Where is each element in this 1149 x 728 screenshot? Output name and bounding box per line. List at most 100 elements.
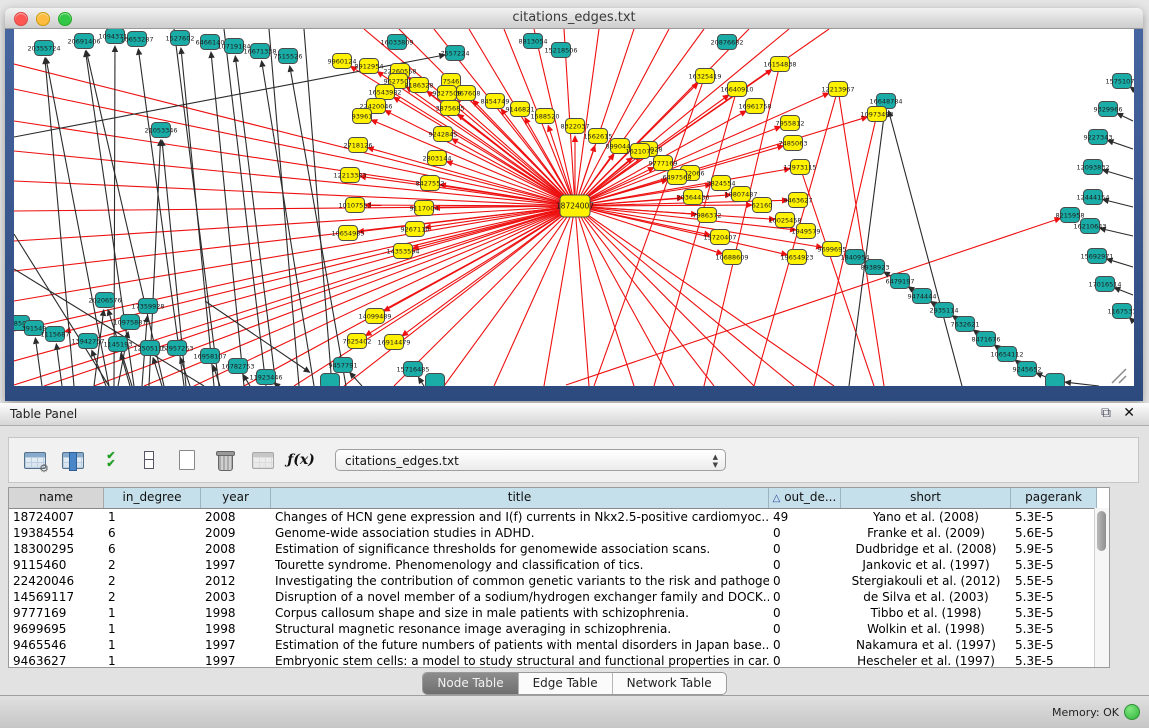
table-cell[interactable]: 9115460	[9, 557, 104, 573]
table-cell[interactable]: 1997	[201, 637, 271, 653]
table-cell[interactable]: 1	[104, 637, 201, 653]
table-cell[interactable]: 0	[769, 605, 841, 621]
table-cell[interactable]: 49	[769, 509, 841, 525]
table-cell[interactable]: 2	[104, 589, 201, 605]
memory-status-icon[interactable]	[1124, 704, 1140, 720]
table-cell[interactable]: 2	[104, 557, 201, 573]
table-panel-header[interactable]: Table Panel ⧉ ✕	[0, 403, 1149, 426]
table-cell[interactable]: 0	[769, 525, 841, 541]
table-row[interactable]: 946554611997Estimation of the future num…	[9, 637, 1109, 653]
new-document-icon[interactable]	[175, 449, 199, 471]
table-cell[interactable]: Tourette syndrome. Phenomenology and cla…	[271, 557, 769, 573]
table-cell[interactable]: Embryonic stem cells: a model to study s…	[271, 653, 769, 668]
table-cell[interactable]: 9463627	[9, 653, 104, 668]
column-chooser-icon[interactable]	[61, 449, 85, 471]
table-cell[interactable]: 5.3E-5	[1011, 621, 1097, 637]
scrollbar-thumb[interactable]	[1097, 511, 1106, 551]
table-cell[interactable]: 14569117	[9, 589, 104, 605]
tab-node-table[interactable]: Node Table	[423, 673, 518, 694]
table-cell[interactable]: Hescheler et al. (1997)	[841, 653, 1011, 668]
table-cell[interactable]: 2003	[201, 589, 271, 605]
table-cell[interactable]: Genome-wide association studies in ADHD.	[271, 525, 769, 541]
table-cell[interactable]: 0	[769, 621, 841, 637]
table-cell[interactable]: 5.3E-5	[1011, 509, 1097, 525]
table-cell[interactable]: 2008	[201, 509, 271, 525]
table-cell[interactable]: Franke et al. (2009)	[841, 525, 1011, 541]
table-cell[interactable]: 1	[104, 653, 201, 668]
table-cell[interactable]: 2009	[201, 525, 271, 541]
table-row[interactable]: 977716911998Corpus callosum shape and si…	[9, 605, 1109, 621]
table-cell[interactable]: 0	[769, 653, 841, 668]
table-cell[interactable]: 0	[769, 589, 841, 605]
table-cell[interactable]: Jankovic et al. (1997)	[841, 557, 1011, 573]
column-header-name[interactable]: name	[9, 488, 104, 508]
table-cell[interactable]: Corpus callosum shape and size in male p…	[271, 605, 769, 621]
table-row[interactable]: 1830029562008Estimation of significance …	[9, 541, 1109, 557]
table-cell[interactable]: Yano et al. (2008)	[841, 509, 1011, 525]
table-cell[interactable]: 1	[104, 621, 201, 637]
table-cell[interactable]: 5.3E-5	[1011, 557, 1097, 573]
table-cell[interactable]: 5.9E-5	[1011, 541, 1097, 557]
table-cell[interactable]: 5.3E-5	[1011, 637, 1097, 653]
vertical-scrollbar[interactable]	[1094, 508, 1109, 667]
table-cell[interactable]: 1998	[201, 621, 271, 637]
column-header-pagerank[interactable]: pagerank	[1011, 488, 1097, 508]
graph-node[interactable]	[1046, 374, 1065, 387]
table-cell[interactable]: Investigating the contribution of common…	[271, 573, 769, 589]
table-cell[interactable]: de Silva et al. (2003)	[841, 589, 1011, 605]
import-table-icon[interactable]	[251, 449, 275, 471]
table-cell[interactable]: 5.3E-5	[1011, 653, 1097, 668]
table-cell[interactable]: Estimation of the future numbers of pati…	[271, 637, 769, 653]
table-cell[interactable]: 0	[769, 557, 841, 573]
float-window-icon[interactable]: ⧉	[1101, 405, 1111, 421]
table-row[interactable]: 1938455462009Genome-wide association stu…	[9, 525, 1109, 541]
table-cell[interactable]: 0	[769, 637, 841, 653]
table-row[interactable]: 2242004622012Investigating the contribut…	[9, 573, 1109, 589]
graph-node[interactable]	[426, 374, 445, 387]
table-cell[interactable]: 19384554	[9, 525, 104, 541]
table-cell[interactable]: Wolkin et al. (1998)	[841, 621, 1011, 637]
trash-icon[interactable]	[213, 449, 237, 471]
close-panel-icon[interactable]: ✕	[1123, 405, 1135, 421]
table-row[interactable]: 911546021997Tourette syndrome. Phenomeno…	[9, 557, 1109, 573]
table-cell[interactable]: 2	[104, 573, 201, 589]
table-row[interactable]: 1872400712008Changes of HCN gene express…	[9, 509, 1109, 525]
column-header-out-de-[interactable]: △ out_de...	[769, 488, 841, 508]
table-cell[interactable]: 0	[769, 541, 841, 557]
table-cell[interactable]: 5.3E-5	[1011, 589, 1097, 605]
table-cell[interactable]: 0	[769, 573, 841, 589]
table-cell[interactable]: 1998	[201, 605, 271, 621]
table-cell[interactable]: Structural magnetic resonance image aver…	[271, 621, 769, 637]
table-cell[interactable]: 2012	[201, 573, 271, 589]
tab-edge-table[interactable]: Edge Table	[519, 673, 613, 694]
table-cell[interactable]: 9777169	[9, 605, 104, 621]
table-cell[interactable]: 22420046	[9, 573, 104, 589]
table-cell[interactable]: 1	[104, 605, 201, 621]
column-header-short[interactable]: short	[841, 488, 1011, 508]
table-cell[interactable]: 18724007	[9, 509, 104, 525]
row-checks-icon[interactable]: ✔✔	[99, 449, 123, 471]
table-row[interactable]: 946362711997Embryonic stem cells: a mode…	[9, 653, 1109, 668]
table-cell[interactable]: Changes of HCN gene expression and I(f) …	[271, 509, 769, 525]
table-cell[interactable]: 5.5E-5	[1011, 573, 1097, 589]
table-cell[interactable]: 1997	[201, 557, 271, 573]
table-cell[interactable]: 9699695	[9, 621, 104, 637]
table-cell[interactable]: 2008	[201, 541, 271, 557]
table-row[interactable]: 1456911722003Disruption of a novel membe…	[9, 589, 1109, 605]
table-cell[interactable]: Nakamura et al. (1997)	[841, 637, 1011, 653]
column-header-title[interactable]: title	[271, 488, 769, 508]
table-cell[interactable]: 1	[104, 509, 201, 525]
function-builder-icon[interactable]: ƒ(x)	[289, 449, 313, 471]
table-cell[interactable]: 6	[104, 541, 201, 557]
table-cell[interactable]: 6	[104, 525, 201, 541]
column-header-year[interactable]: year	[201, 488, 271, 508]
column-header-in-degree[interactable]: in_degree	[104, 488, 201, 508]
table-cell[interactable]: Dudbridge et al. (2008)	[841, 541, 1011, 557]
table-cell[interactable]: 5.3E-5	[1011, 605, 1097, 621]
tab-network-table[interactable]: Network Table	[613, 673, 726, 694]
table-settings-icon[interactable]: ⚙	[23, 449, 47, 471]
table-cell[interactable]: 9465546	[9, 637, 104, 653]
table-body[interactable]: 1872400712008Changes of HCN gene express…	[9, 509, 1109, 668]
graph-node[interactable]	[321, 374, 340, 387]
network-window-titlebar[interactable]: citations_edges.txt	[5, 8, 1143, 29]
